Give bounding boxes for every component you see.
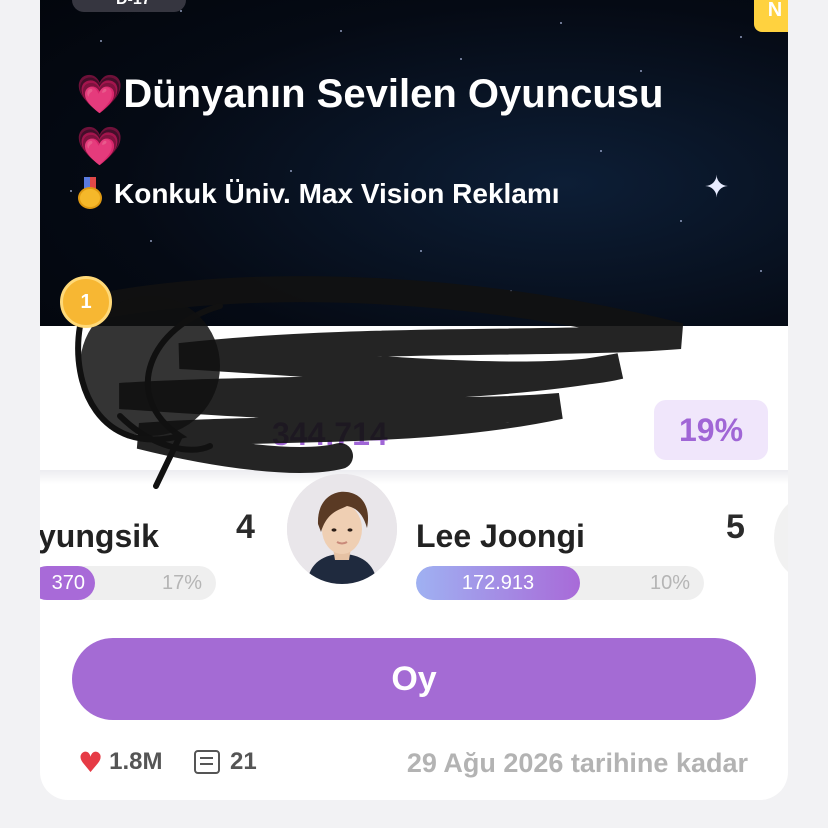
poll-title-text: Dünyanın Sevilen Oyuncusu [123,72,664,116]
poll-title: 💗Dünyanın Sevilen Oyuncusu 💗 [76,68,766,172]
like-button[interactable]: ♥ 1.8M [78,745,163,779]
deadline-text: 29 Ağu 2026 tarihine kadar [406,748,748,778]
comment-button[interactable]: 21 [194,746,257,778]
next-candidate-avatar[interactable] [774,498,788,578]
candidate-name: Lee Joongi [416,518,585,554]
comment-icon [194,750,220,774]
like-count: 1.8M [109,748,163,775]
poll-footer: ♥ 1.8M 21 29 Ağu 2026 tarihine kadar [40,742,788,782]
poll-subtitle-text: Konkuk Üniv. Max Vision Reklamı [114,178,560,209]
sparkle-icon: ✦ [704,170,730,205]
pink-heart-icon: 💗 [76,124,124,168]
candidate-name: yungsik [40,518,159,554]
poll-subtitle: Konkuk Üniv. Max Vision Reklamı [78,176,560,212]
rank-1-badge: 1 [60,276,112,328]
vote-progress-bar: 172.913 10% [416,566,704,600]
vote-button[interactable]: Oy [72,638,756,720]
days-left-badge: D-17 [72,0,186,12]
ranking-carousel[interactable]: yungsik 370 17% 4 Lee Joongi 172.913 10% [40,474,788,620]
medal-icon [78,177,102,209]
redaction-scribble [75,276,684,489]
vote-progress-bar: 370 17% [40,566,216,600]
pink-heart-icon: 💗 [76,72,124,116]
comment-count: 21 [230,748,257,775]
vote-percent: 17% [161,572,202,594]
vote-percent: 10% [649,572,690,594]
heart-icon: ♥ [78,745,104,779]
rank-number: 5 [726,508,745,546]
vote-count: 172.913 [461,572,535,594]
rank-number: 4 [236,508,255,546]
new-badge: N [754,0,788,32]
ranking-card: ✦ D-17 N 💗Dünyanın Sevilen Oyuncusu 💗 Ko… [40,0,788,800]
vote-count: 370 [51,572,85,594]
